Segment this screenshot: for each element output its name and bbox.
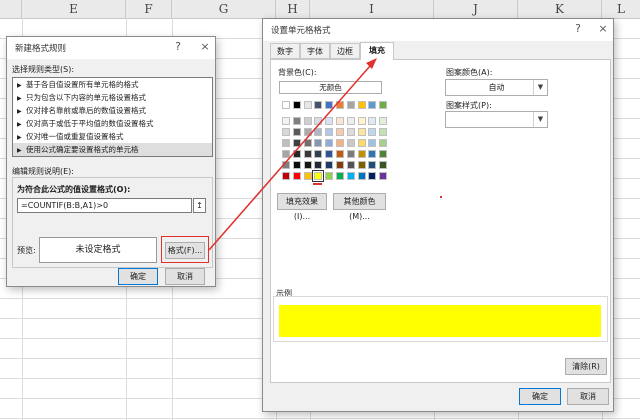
annotation-arrow [208,58,442,251]
red-dot [440,196,442,198]
arrow-head [366,58,377,69]
arrow-line [208,65,371,251]
